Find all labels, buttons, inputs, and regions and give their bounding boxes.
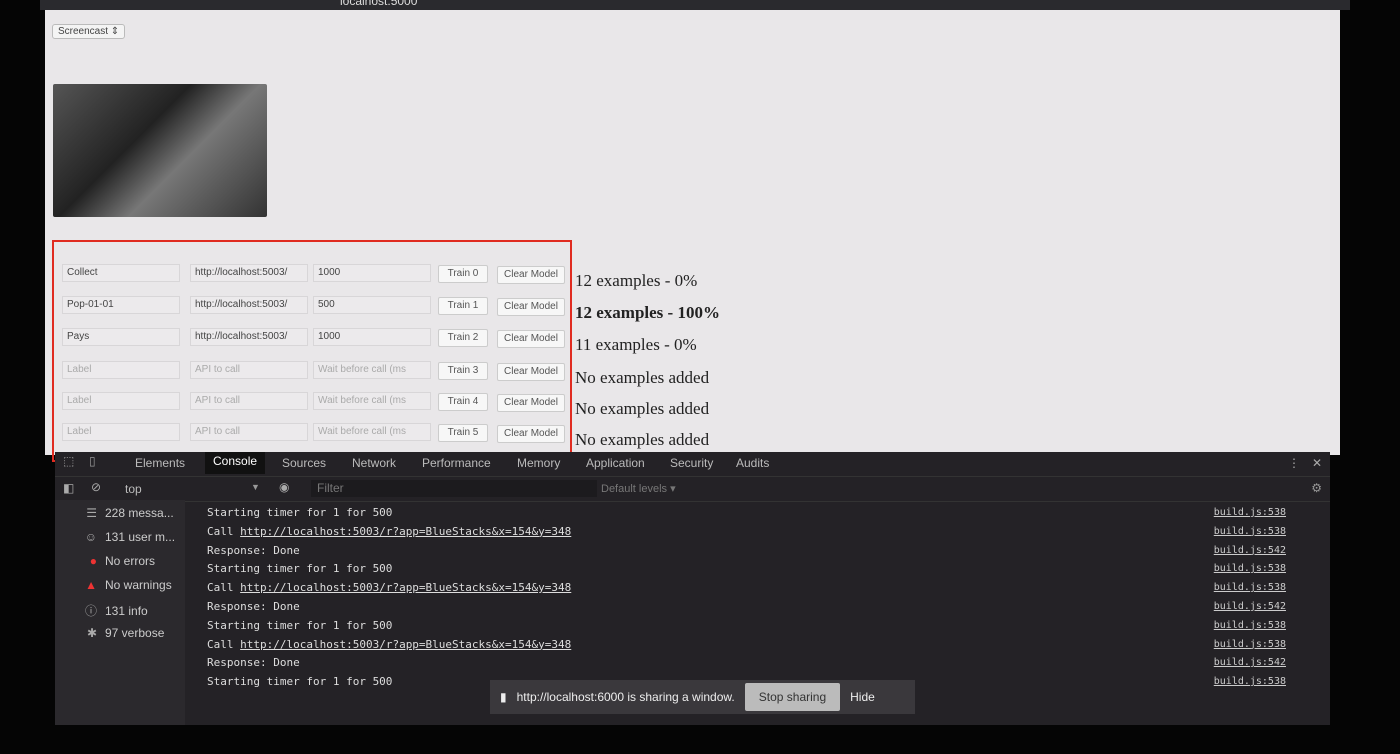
close-icon[interactable]: ✕ [1312,456,1322,470]
log-line: Call http://localhost:5003/r?app=BlueSta… [207,524,572,538]
sidebar-item[interactable]: ✱ 97 verbose [63,626,164,640]
verbose-icon: ✱ [86,626,97,640]
log-line: Call http://localhost:5003/r?app=BlueSta… [207,581,572,595]
address-bar[interactable]: localhost:5000 [340,0,417,8]
filter-input[interactable]: Filter [311,480,597,497]
source-link[interactable]: build.js:538 [1214,620,1286,631]
sidebar-item[interactable]: ⓘ 131 info [63,602,148,619]
sidebar-toggle-icon[interactable]: ◧ [63,481,74,495]
status-text: 12 examples - 100% [575,303,720,322]
log-link[interactable]: http://localhost:5003/r?app=BlueStacks&x… [240,525,571,538]
log-link[interactable]: http://localhost:5003/r?app=BlueStacks&x… [240,638,571,651]
source-link[interactable]: build.js:538 [1214,507,1286,518]
device-toggle-icon[interactable]: ▯ [89,454,96,468]
source-link[interactable]: build.js:542 [1214,601,1286,612]
gear-icon[interactable]: ⚙ [1311,481,1322,495]
tab-audits[interactable]: Audits [736,456,769,470]
tab-performance[interactable]: Performance [422,456,491,470]
tab-network[interactable]: Network [352,456,396,470]
tab-memory[interactable]: Memory [517,456,560,470]
context-select[interactable]: top [125,482,142,496]
stop-sharing-button[interactable]: Stop sharing [744,683,841,711]
source-link[interactable]: build.js:538 [1214,526,1286,537]
levels-select[interactable]: Default levels ▾ [601,482,676,495]
inspect-icon[interactable]: ⬚ [63,454,74,468]
game-screenshot [53,84,267,217]
clear-console-icon[interactable]: ⊘ [91,480,101,494]
log-line: Response: Done [207,600,300,613]
tab-security[interactable]: Security [670,456,713,470]
source-link[interactable]: build.js:542 [1214,657,1286,668]
console-sidebar: ☰ 228 messa... ☺ 131 user m... ● No errors ▲ No… [55,500,185,725]
tab-console[interactable]: Console [205,452,266,474]
status-text: 12 examples - 0% [575,271,698,290]
status-text: 11 examples - 0% [575,335,697,354]
sidebar-item[interactable]: ☰ 228 messa... [63,506,173,520]
browser-toolbar: localhost:5000 [40,0,1350,10]
tab-application[interactable]: Application [586,456,645,470]
warning-icon: ▲ [85,578,97,592]
source-link[interactable]: build.js:538 [1214,582,1286,593]
log-line: Starting timer for 1 for 500 [207,562,393,576]
log-line: Starting timer for 1 for 500 [207,506,393,519]
status-text: No examples added [575,399,710,418]
source-link[interactable]: build.js:542 [1214,545,1286,556]
log-line: Call http://localhost:5003/r?app=BlueSta… [207,637,572,651]
log-link[interactable]: http://localhost:5003/r?app=BlueStacks&x… [240,581,571,594]
sidebar-item[interactable]: ● No errors [63,554,155,568]
sidebar-item[interactable]: ▲ No warnings [63,578,172,592]
log-line: Starting timer for 1 for 500 [207,675,393,689]
list-icon: ☰ [86,506,97,520]
highlight-box [52,240,572,462]
log-line: Starting timer for 1 for 500 [207,618,393,632]
sidebar-item[interactable]: ☺ 131 user m... [63,530,175,544]
status-text: No examples added [575,430,710,449]
status-text: No examples added [575,368,710,387]
tab-elements[interactable]: Elements [135,456,185,470]
sharing-text: http://localhost:6000 is sharing a windo… [516,690,735,704]
tab-sources[interactable]: Sources [282,456,326,470]
log-line: Response: Done [207,543,300,557]
pause-icon: ▮ [500,690,507,704]
sharing-bar: ▮ http://localhost:6000 is sharing a win… [490,680,915,714]
eye-icon[interactable]: ◉ [279,480,289,494]
screencast-select[interactable]: Screencast ⇕ [52,24,126,39]
user-icon: ☺ [84,530,97,544]
source-link[interactable]: build.js:538 [1214,563,1286,574]
source-link[interactable]: build.js:538 [1214,639,1286,650]
info-icon: ⓘ [84,604,97,618]
hide-button[interactable]: Hide [850,690,875,704]
error-icon: ● [89,554,97,568]
more-icon[interactable]: ⋮ [1288,456,1300,470]
chevron-down-icon: ▼ [251,482,260,492]
source-link[interactable]: build.js:538 [1214,676,1286,687]
log-line: Response: Done [207,656,300,670]
